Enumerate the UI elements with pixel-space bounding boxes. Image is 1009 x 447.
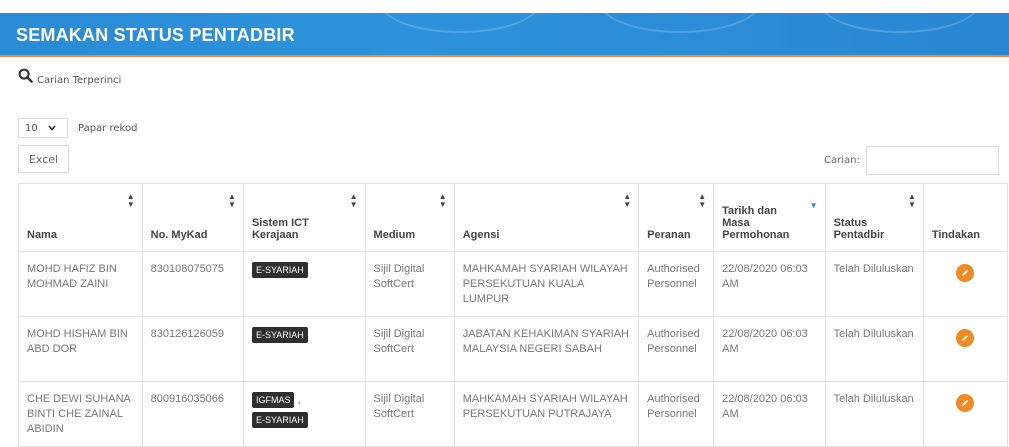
advanced-search-label: Carian Terperinci (37, 75, 122, 86)
cell-mykad: 830126126059 (141, 316, 244, 382)
edit-icon[interactable] (956, 329, 975, 347)
cell-tarikh: 22/08/2020 06:03 AM (713, 381, 826, 447)
header-decoration (820, 13, 980, 33)
column-header-status[interactable]: ▲ ▼ Status Pentadbir (824, 183, 924, 252)
cell-medium: Sijil Digital SoftCert (364, 251, 455, 317)
badge-separator: , (297, 394, 301, 406)
sort-icon: ▲ ▼ (698, 192, 707, 209)
cell-tarikh: 22/08/2020 06:03 AM (713, 251, 826, 317)
system-badge: E-SYARIAH (251, 327, 308, 343)
cell-agensi: MAHKAMAH SYARIAH WILAYAH PERSEKUTUAN PUT… (453, 381, 640, 447)
system-badge: E-SYARIAH (251, 262, 308, 278)
search-icon (18, 68, 33, 87)
system-badge: E-SYARIAH (251, 412, 308, 428)
cell-tarikh: 22/08/2020 06:03 AM (713, 316, 826, 382)
column-header-nama[interactable]: ▲ ▼ Nama (18, 183, 143, 252)
cell-sistem: E-SYARIAH (242, 251, 366, 317)
cell-peranan: Authorised Personnel (638, 251, 715, 317)
sort-icon: ▲ ▼ (907, 192, 916, 209)
cell-medium: Sijil Digital SoftCert (364, 381, 455, 447)
table-row: CHE DEWI SUHANA BINTI CHE ZAINAL ABIDIN … (18, 381, 1009, 447)
cell-nama: MOHD HAFIZ BIN MOHMAD ZAINI (18, 251, 143, 317)
cell-nama: MOHD HISHAM BIN ABD DOR (18, 316, 143, 382)
system-badge: IGFMAS (251, 392, 295, 408)
cell-nama: CHE DEWI SUHANA BINTI CHE ZAINAL ABIDIN (18, 381, 143, 447)
header-decoration (600, 13, 760, 33)
cell-mykad: 800916035066 (141, 381, 244, 447)
sort-icon: ▲ ▼ (349, 192, 358, 209)
sort-icon: ▲ ▼ (228, 192, 236, 209)
excel-export-button[interactable]: Excel (18, 145, 69, 173)
top-strip (0, 0, 1009, 13)
table-row: MOHD HISHAM BIN ABD DOR 830126126059 E-S… (18, 316, 1009, 382)
records-per-page-label: Papar rekod (78, 122, 138, 134)
header-decoration (380, 13, 540, 33)
admin-status-table: ▲ ▼ Nama ▲ ▼ No. MyKad ▲ ▼ Sistem ICT Kerajaan… (18, 183, 1009, 447)
column-header-agensi[interactable]: ▲ ▼ Agensi (453, 183, 640, 252)
cell-tindakan (922, 316, 1009, 382)
sort-icon: ▲ ▼ (623, 192, 632, 209)
cell-tindakan (922, 251, 1009, 317)
records-per-page-select[interactable]: 10 (18, 118, 68, 138)
sort-desc-icon: ▼ (809, 201, 818, 210)
chevron-down-icon (48, 123, 56, 134)
sort-icon: ▲ ▼ (438, 192, 447, 209)
cell-tindakan (922, 381, 1009, 447)
sort-icon: ▲ ▼ (126, 192, 135, 209)
cell-peranan: Authorised Personnel (638, 316, 715, 382)
cell-agensi: MAHKAMAH SYARIAH WILAYAH PERSEKUTUAN KUA… (453, 251, 640, 317)
page-title: SEMAKAN STATUS PENTADBIR (16, 25, 295, 45)
cell-status: Telah Diluluskan (824, 316, 924, 382)
column-header-peranan[interactable]: ▲ ▼ Peranan (638, 183, 715, 252)
table-row: MOHD HAFIZ BIN MOHMAD ZAINI 830108075075… (18, 251, 1009, 317)
cell-sistem: E-SYARIAH (242, 316, 366, 382)
cell-peranan: Authorised Personnel (638, 381, 715, 447)
cell-sistem: IGFMAS, E-SYARIAH (242, 381, 366, 447)
cell-agensi: JABATAN KEHAKIMAN SYARIAH MALAYSIA NEGER… (453, 316, 640, 382)
advanced-search-link[interactable]: Carian Terperinci (18, 68, 121, 87)
search-label: Carian: (824, 155, 860, 166)
cell-medium: Sijil Digital SoftCert (364, 316, 455, 382)
cell-mykad: 830108075075 (141, 251, 244, 317)
cell-status: Telah Diluluskan (824, 251, 924, 317)
column-header-tarikh[interactable]: ▼ Tarikh dan Masa Permohonan (713, 183, 826, 252)
page-header: SEMAKAN STATUS PENTADBIR (0, 13, 1009, 57)
column-header-sistem-ict[interactable]: ▲ ▼ Sistem ICT Kerajaan (242, 183, 366, 252)
column-header-medium[interactable]: ▲ ▼ Medium (364, 183, 455, 252)
edit-icon[interactable] (956, 394, 975, 412)
column-header-tindakan: Tindakan (922, 183, 1009, 252)
edit-icon[interactable] (956, 264, 975, 282)
search-input[interactable] (865, 146, 999, 175)
column-header-mykad[interactable]: ▲ ▼ No. MyKad (141, 183, 244, 252)
cell-status: Telah Diluluskan (824, 381, 924, 447)
records-per-page-value: 10 (25, 122, 38, 134)
